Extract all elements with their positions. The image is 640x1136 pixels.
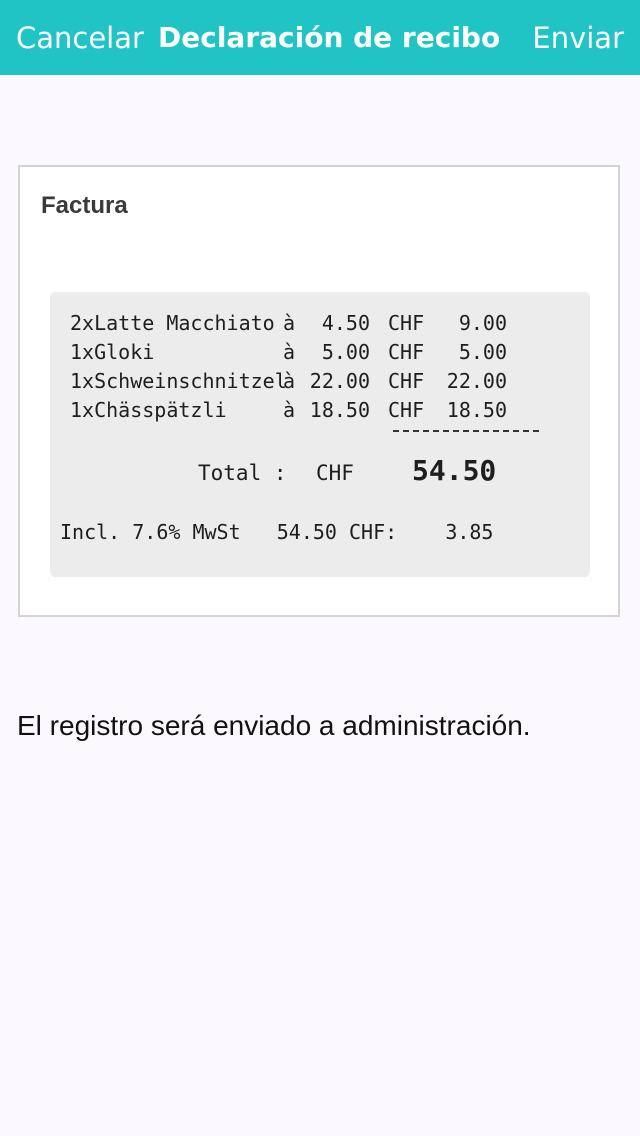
receipt-total-value: 54.50: [412, 454, 497, 487]
receipt-total-label: Total :: [198, 461, 287, 485]
receipt-item-currency: CHF: [388, 311, 425, 335]
receipt-item-amount: 22.00: [446, 369, 507, 393]
receipt-total-currency: CHF: [316, 461, 354, 485]
receipt-divider: [393, 430, 539, 432]
receipt-item-price: 18.50: [309, 398, 370, 422]
info-message: El registro será enviado a administració…: [17, 710, 531, 741]
receipt-item-price: 22.00: [309, 369, 370, 393]
send-button[interactable]: Enviar: [532, 18, 624, 58]
receipt-line: 1xChässpätzli à 18.50 CHF 18.50: [50, 396, 590, 424]
receipt-image[interactable]: 2xLatte Macchiato à 4.50 CHF 9.00 1xGlok…: [50, 292, 590, 577]
receipt-item-amount: 5.00: [458, 340, 507, 364]
card-heading: Factura: [41, 192, 128, 219]
receipt-item-currency: CHF: [388, 398, 425, 422]
receipt-item-at: à: [283, 340, 296, 364]
receipt-item-currency: CHF: [388, 369, 425, 393]
receipt-item-name: 1xChässpätzli: [70, 398, 227, 422]
receipt-item-amount: 18.50: [446, 398, 507, 422]
receipt-item-price: 5.00: [321, 340, 370, 364]
receipt-item-amount: 9.00: [458, 311, 507, 335]
receipt-item-at: à: [283, 311, 296, 335]
receipt-item-name: 1xGloki: [70, 340, 155, 364]
receipt-line: 1xSchweinschnitzel à 22.00 CHF 22.00: [50, 367, 590, 395]
receipt-tax-line: Incl. 7.6% MwSt 54.50 CHF: 3.85: [60, 520, 494, 544]
receipt-item-at: à: [283, 369, 296, 393]
receipt-item-name: 1xSchweinschnitzel: [70, 369, 287, 393]
receipt-item-at: à: [283, 398, 296, 422]
receipt-card: Factura 2xLatte Macchiato à 4.50 CHF 9.0…: [18, 165, 620, 617]
receipt-item-price: 4.50: [321, 311, 370, 335]
page-title: Declaración de recibo: [158, 21, 501, 54]
navigation-bar: Cancelar Declaración de recibo Enviar: [0, 0, 640, 75]
cancel-button[interactable]: Cancelar: [16, 18, 144, 58]
receipt-item-currency: CHF: [388, 340, 425, 364]
receipt-line: 2xLatte Macchiato à 4.50 CHF 9.00: [50, 309, 590, 337]
receipt-item-name: 2xLatte Macchiato: [70, 311, 275, 335]
receipt-line: 1xGloki à 5.00 CHF 5.00: [50, 338, 590, 366]
